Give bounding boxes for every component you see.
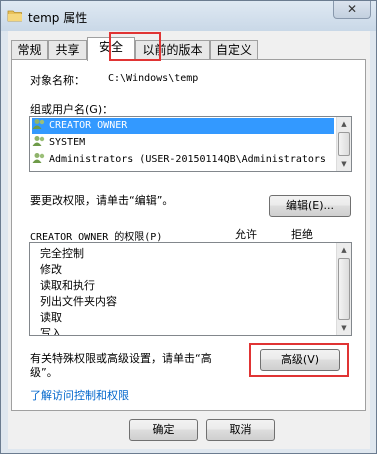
users-icon (32, 119, 45, 129)
cancel-button[interactable]: 取消 (206, 419, 275, 441)
advanced-hint-line2: 级”。 (30, 366, 58, 379)
object-name-value: C:\Windows\temp (108, 73, 199, 84)
users-icon (32, 136, 45, 146)
folder-icon (7, 10, 22, 22)
window-title: temp 属性 (28, 11, 88, 25)
permissions-header: CREATOR OWNER 的权限(P) (30, 232, 163, 243)
tab-sharing[interactable]: 共享 (48, 40, 87, 60)
tab-general[interactable]: 常规 (11, 40, 48, 60)
scroll-thumb[interactable] (338, 132, 350, 156)
group-name: CREATOR OWNER (49, 120, 128, 131)
change-permissions-hint: 要更改权限，请单击“编辑”。 (30, 194, 174, 207)
list-item-creator-owner[interactable]: CREATOR OWNER (32, 118, 334, 134)
dialog-client-area: 常规 共享 安全 以前的版本 自定义 对象名称： C:\Windows\temp… (8, 31, 370, 449)
scroll-down-arrow-icon[interactable]: ▼ (337, 321, 351, 335)
groups-scrollbar[interactable]: ▲ ▼ (336, 117, 351, 171)
scroll-up-arrow-icon[interactable]: ▲ (337, 117, 351, 131)
permission-row: 读取和执行 (40, 279, 95, 292)
ok-button[interactable]: 确定 (129, 419, 198, 441)
permissions-scrollbar[interactable]: ▲ ▼ (336, 243, 351, 335)
close-button[interactable]: ✕ (333, 1, 371, 19)
deny-column-header: 拒绝 (291, 228, 313, 241)
advanced-button[interactable]: 高级(V) (260, 349, 340, 371)
highlight-security-tab (109, 32, 161, 61)
permission-row: 修改 (40, 263, 62, 276)
users-icon (32, 153, 45, 163)
learn-access-control-link[interactable]: 了解访问控制和权限 (30, 387, 129, 403)
allow-column-header: 允许 (235, 228, 257, 241)
groups-label: 组或用户名(G)： (30, 103, 114, 116)
scroll-thumb[interactable] (338, 258, 350, 320)
security-panel: 对象名称： C:\Windows\temp 组或用户名(G)： CREATOR … (11, 59, 366, 411)
scroll-up-arrow-icon[interactable]: ▲ (337, 243, 351, 257)
scroll-down-arrow-icon[interactable]: ▼ (337, 157, 351, 171)
permissions-list: 完全控制 修改 读取和执行 列出文件夹内容 读取 写入 ▲ ▼ (29, 242, 352, 336)
list-item-administrators[interactable]: Administrators (USER-20150114QB\Administ… (32, 152, 326, 168)
edit-button[interactable]: 编辑(E)... (269, 195, 351, 217)
group-name: SYSTEM (49, 137, 86, 148)
tab-customize[interactable]: 自定义 (210, 40, 258, 60)
object-name-label: 对象名称： (30, 74, 85, 87)
permission-row: 列出文件夹内容 (40, 295, 117, 308)
list-item-system[interactable]: SYSTEM (32, 135, 85, 151)
permission-row: 写入 (40, 327, 62, 336)
permission-row: 读取 (40, 311, 62, 324)
permission-row: 完全控制 (40, 247, 84, 260)
groups-listbox[interactable]: CREATOR OWNER SYSTEM Administrators (USE… (29, 116, 352, 172)
group-name: Administrators (USER-20150114QB\Administ… (49, 154, 326, 165)
properties-dialog: temp 属性 ✕ 常规 共享 安全 以前的版本 自定义 对象名称： C:\Wi… (0, 0, 377, 454)
title-bar[interactable]: temp 属性 ✕ (1, 1, 376, 31)
